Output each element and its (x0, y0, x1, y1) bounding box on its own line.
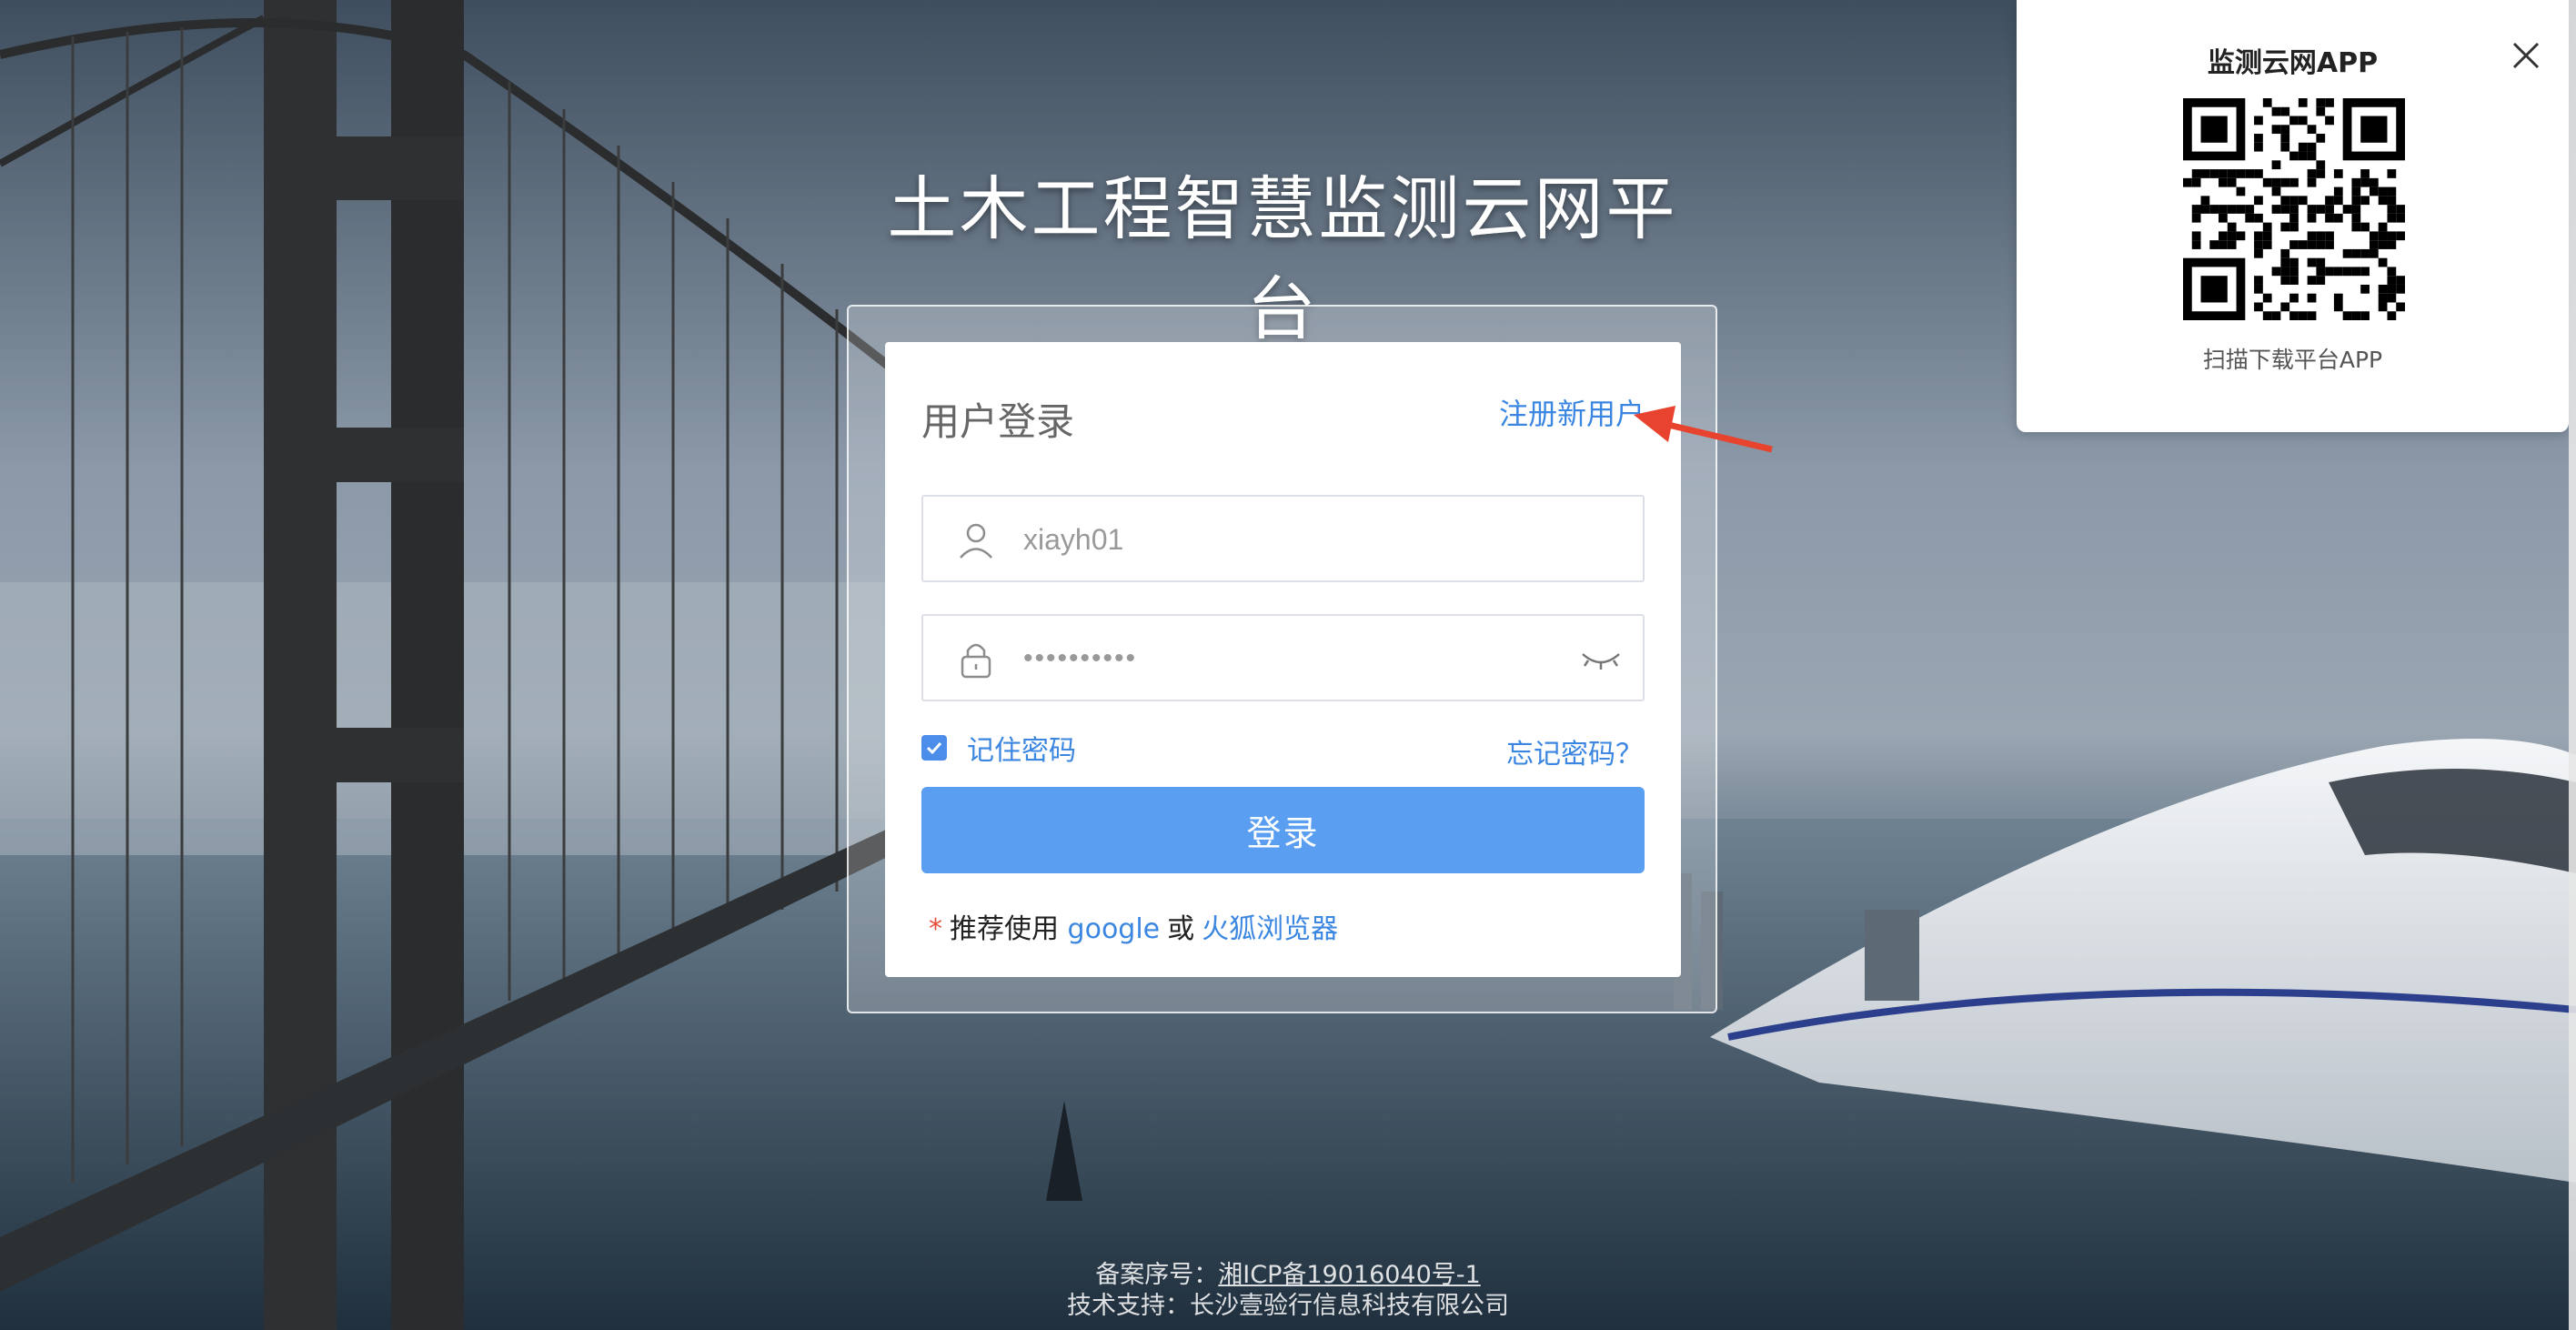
username-input[interactable] (1021, 509, 1571, 569)
eye-closed-icon[interactable] (1579, 643, 1623, 676)
icp-prefix: 备案序号： (1095, 1261, 1219, 1289)
password-field[interactable] (921, 614, 1645, 701)
app-download-caption: 扫描下载平台APP (2202, 347, 2383, 373)
login-card: 用户登录 注册新用户 xiayh01 •••••••••• 记住密码 忘记密码？… (885, 342, 1681, 977)
login-heading: 用户登录 (921, 399, 1075, 444)
password-input[interactable] (1021, 629, 1571, 689)
lock-icon (961, 643, 991, 679)
user-icon (960, 523, 992, 559)
username-field[interactable] (921, 495, 1645, 582)
firefox-link[interactable]: 火狐浏览器 (1202, 913, 1338, 945)
tech-support-line: 技术支持：长沙壹验行信息科技有限公司 (1067, 1292, 1509, 1320)
qr-code-image (2183, 98, 2405, 320)
login-page: 土木工程智慧监测云网平台 用户登录 注册新用户 xiayh01 ••••••••… (0, 0, 2576, 1330)
tip-or: 或 (1167, 913, 1195, 945)
tip-prefix: 推荐使用 (950, 913, 1059, 945)
icp-link[interactable]: 湘ICP备19016040号-1 (1218, 1261, 1480, 1289)
icp-line: 备案序号：湘ICP备19016040号-1 (0, 1260, 2576, 1291)
annotation-arrow (1634, 406, 1773, 453)
remember-password-checkbox[interactable]: 记住密码 (921, 728, 1076, 768)
login-button[interactable]: 登录 (921, 787, 1645, 873)
app-download-title: 监测云网APP (2207, 47, 2379, 79)
remember-password-label: 记住密码 (967, 735, 1076, 767)
google-link[interactable]: google (1068, 913, 1161, 945)
forgot-password-link[interactable]: 忘记密码？ (1506, 731, 1643, 771)
register-link[interactable]: 注册新用户 (1499, 391, 1645, 433)
right-edge-scroll-strip (2569, 0, 2576, 1330)
check-icon[interactable] (921, 735, 947, 761)
browser-recommendation: * 推荐使用 google 或火狐浏览器 (929, 906, 1338, 946)
page-footer: 备案序号：湘ICP备19016040号-1 技术支持：长沙壹验行信息科技有限公司 (0, 1260, 2576, 1322)
close-icon[interactable] (2511, 40, 2541, 71)
app-download-panel: 监测云网APP 扫描下载平台APP (2017, 0, 2569, 432)
required-star: * (929, 913, 942, 945)
